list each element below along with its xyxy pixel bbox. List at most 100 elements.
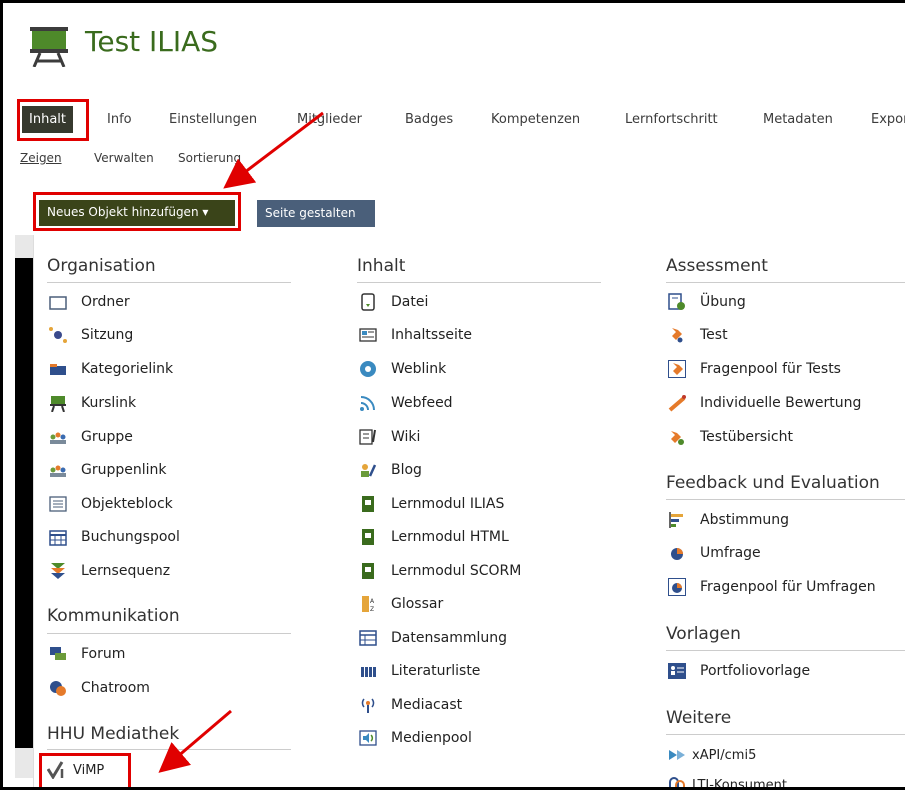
menu-item-datei[interactable]: Datei <box>359 293 428 311</box>
learning-module-icon <box>359 528 377 546</box>
divider <box>47 749 291 750</box>
menu-item-sitzung[interactable]: Sitzung <box>49 326 133 344</box>
portfolio-template-icon <box>668 662 686 680</box>
subtab-sortierung[interactable]: Sortierung <box>178 151 241 165</box>
media-pool-icon <box>359 729 377 747</box>
lti-icon <box>668 776 686 787</box>
menu-item-fragenpool-tests[interactable]: Fragenpool für Tests <box>668 360 841 378</box>
tab-lernfortschritt[interactable]: Lernfortschritt <box>625 112 718 127</box>
menu-item-label: Chatroom <box>81 680 150 696</box>
menu-item-mediacast[interactable]: Mediacast <box>359 696 462 714</box>
menu-item-weblink[interactable]: Weblink <box>359 360 446 378</box>
menu-item-label: Lernmodul SCORM <box>391 563 522 579</box>
course-board-icon <box>30 27 68 67</box>
tab-info[interactable]: Info <box>107 112 132 127</box>
bibliography-icon <box>359 662 377 680</box>
tab-einstellungen[interactable]: Einstellungen <box>169 112 257 127</box>
menu-item-xapi[interactable]: xAPI/cmi5 <box>668 746 756 764</box>
menu-item-umfrage[interactable]: Umfrage <box>668 544 761 562</box>
menu-item-label: Lernmodul ILIAS <box>391 496 505 512</box>
rss-feed-icon <box>359 394 377 412</box>
add-new-object-button[interactable]: Neues Objekt hinzufügen ▾ <box>39 200 235 226</box>
menu-item-lernmodul-ilias[interactable]: Lernmodul ILIAS <box>359 495 504 513</box>
menu-item-fragenpool-umfragen[interactable]: Fragenpool für Umfragen <box>668 578 876 596</box>
menu-item-individuelle-bewertung[interactable]: Individuelle Bewertung <box>668 394 861 412</box>
menu-item-test[interactable]: Test <box>668 326 728 344</box>
menu-item-testuebersicht[interactable]: Testübersicht <box>668 428 793 446</box>
divider <box>47 282 291 283</box>
wiki-icon <box>359 428 377 446</box>
tab-badges[interactable]: Badges <box>405 112 453 127</box>
menu-item-glossar[interactable]: AZ Glossar <box>359 595 443 613</box>
menu-item-vimp[interactable]: ViMP <box>47 761 104 779</box>
tab-metadaten[interactable]: Metadaten <box>763 112 833 127</box>
menu-item-abstimmung[interactable]: Abstimmung <box>668 511 789 529</box>
menu-item-gruppenlink[interactable]: Gruppenlink <box>49 461 167 479</box>
menu-item-lernsequenz[interactable]: Lernsequenz <box>49 562 170 580</box>
divider <box>666 282 905 283</box>
screenshot-frame: Test ILIAS Inhalt Info Einstellungen Mit… <box>0 0 905 790</box>
vimp-icon <box>47 761 65 779</box>
menu-item-label: ViMP <box>73 762 105 778</box>
menu-item-uebung[interactable]: Übung <box>668 293 746 311</box>
item-block-icon <box>49 495 67 513</box>
divider <box>666 650 905 651</box>
menu-item-lernmodul-html[interactable]: Lernmodul HTML <box>359 528 509 546</box>
menu-item-objekteblock[interactable]: Objekteblock <box>49 495 173 513</box>
group-heading-vorlagen: Vorlagen <box>666 624 741 644</box>
data-collection-icon <box>359 629 377 647</box>
menu-item-gruppe[interactable]: Gruppe <box>49 428 133 446</box>
menu-item-label: Portfoliovorlage <box>700 663 811 679</box>
tab-kompetenzen[interactable]: Kompetenzen <box>491 112 580 127</box>
menu-item-label: Lernsequenz <box>81 563 171 579</box>
file-icon <box>359 293 377 311</box>
menu-item-wiki[interactable]: Wiki <box>359 428 420 446</box>
menu-item-literaturliste[interactable]: Literaturliste <box>359 662 480 680</box>
tab-inhalt[interactable]: Inhalt <box>22 106 73 133</box>
menu-item-label: Objekteblock <box>81 496 173 512</box>
menu-item-webfeed[interactable]: Webfeed <box>359 394 453 412</box>
menu-item-label: Wiki <box>391 429 421 445</box>
tab-mitglieder[interactable]: Mitglieder <box>297 112 362 127</box>
menu-item-medienpool[interactable]: Medienpool <box>359 729 472 747</box>
menu-item-label: Abstimmung <box>700 512 790 528</box>
learning-module-icon <box>359 495 377 513</box>
divider <box>357 282 601 283</box>
menu-item-chatroom[interactable]: Chatroom <box>49 679 150 697</box>
menu-item-label: Gruppe <box>81 429 133 445</box>
menu-item-label: xAPI/cmi5 <box>692 747 757 763</box>
weblink-icon <box>359 360 377 378</box>
tab-export[interactable]: Expor <box>871 112 905 127</box>
subtab-zeigen[interactable]: Zeigen <box>20 151 62 165</box>
menu-item-label: Kurslink <box>81 395 137 411</box>
menu-item-lti[interactable]: LTI-Konsument <box>668 776 787 787</box>
group-heading-inhalt: Inhalt <box>357 256 406 276</box>
subtab-verwalten[interactable]: Verwalten <box>94 151 154 165</box>
question-pool-icon <box>668 360 686 378</box>
menu-item-blog[interactable]: Blog <box>359 461 422 479</box>
menu-item-label: Webfeed <box>391 395 453 411</box>
menu-item-buchungspool[interactable]: Buchungspool <box>49 528 180 546</box>
divider <box>47 633 291 634</box>
page-title: Test ILIAS <box>85 25 219 58</box>
menu-item-lernmodul-scorm[interactable]: Lernmodul SCORM <box>359 562 521 580</box>
calendar-icon <box>49 528 67 546</box>
divider <box>666 734 905 735</box>
left-edge-background <box>15 235 33 258</box>
menu-item-kurslink[interactable]: Kurslink <box>49 394 136 412</box>
test-icon <box>668 326 686 344</box>
menu-item-datensammlung[interactable]: Datensammlung <box>359 629 507 647</box>
menu-item-label: Blog <box>391 462 422 478</box>
group-heading-feedback: Feedback und Evaluation <box>666 473 880 493</box>
menu-item-label: Lernmodul HTML <box>391 529 509 545</box>
group-heading-assessment: Assessment <box>666 256 768 276</box>
menu-item-kategorielink[interactable]: Kategorielink <box>49 360 173 378</box>
page-design-button[interactable]: Seite gestalten <box>257 200 375 227</box>
menu-item-inhaltsseite[interactable]: Inhaltsseite <box>359 326 472 344</box>
menu-item-forum[interactable]: Forum <box>49 645 125 663</box>
menu-item-portfoliovorlage[interactable]: Portfoliovorlage <box>668 662 810 680</box>
blog-icon <box>359 461 377 479</box>
test-overview-icon <box>668 428 686 446</box>
menu-item-ordner[interactable]: Ordner <box>49 293 130 311</box>
forum-icon <box>49 645 67 663</box>
